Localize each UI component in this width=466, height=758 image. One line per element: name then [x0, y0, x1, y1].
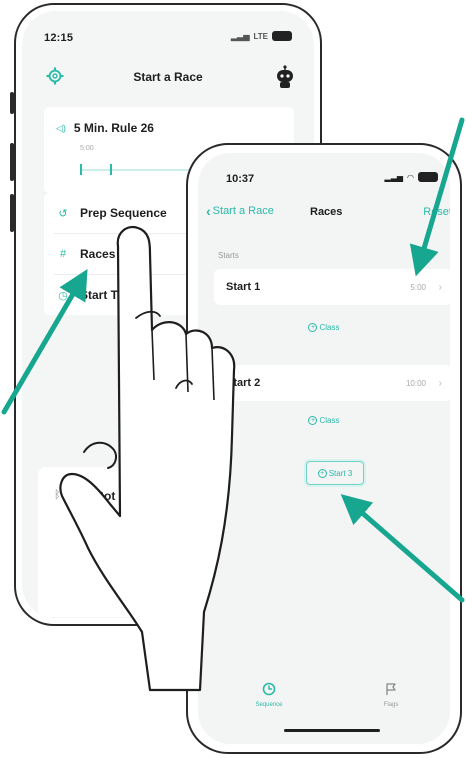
front-phone: 10:37 ▂▃▅ ◠ ‹ Start a Race Races Reset S… [186, 143, 462, 754]
section-label: Starts [218, 251, 239, 260]
signal-icon: ▂▃▅ [231, 31, 250, 41]
phone-side-button [10, 194, 14, 232]
tab-sequence[interactable]: Sequence [244, 682, 294, 708]
tab-label: Sequence [102, 567, 130, 573]
add-class-label: Class [319, 323, 340, 332]
menu-row-label: Start Ti [80, 288, 122, 302]
page-title: Races [310, 206, 343, 218]
bluetooth-icon: ᛒ [54, 489, 61, 501]
tab-bar: Sequence Flags [198, 660, 450, 744]
back-button[interactable]: ‹ Start a Race [206, 203, 274, 219]
home-indicator [284, 729, 380, 732]
start-row-2[interactable]: Start 2 10:00 › [214, 365, 450, 401]
phone-side-button [10, 143, 14, 181]
status-indicators: ▂▃▅ LTE [231, 31, 292, 41]
plus-icon: + [317, 468, 327, 478]
reset-button[interactable]: Reset [423, 206, 450, 218]
page-title: Start a Race [133, 70, 203, 84]
chevron-right-icon: › [438, 377, 442, 389]
plus-icon: + [308, 323, 318, 333]
rule-time: 5:00 [80, 145, 94, 152]
back-label: Start a Race [212, 205, 274, 217]
rule-header: ◁) 5 Min. Rule 26 [56, 121, 154, 135]
flag-icon [386, 683, 396, 695]
network-label: LTE [253, 31, 268, 41]
clock-icon: ◷ [58, 289, 68, 302]
wifi-icon: ◠ [407, 172, 414, 182]
add-start-button[interactable]: + Start 3 [306, 461, 364, 485]
start-label: Start 1 [226, 281, 261, 293]
tab-label: Flags [383, 702, 399, 708]
device-name: SailBot [74, 489, 116, 503]
status-time: 10:37 [226, 173, 255, 185]
menu-row-label: Races [80, 247, 116, 261]
nav-bar: Start a Race [22, 63, 314, 93]
status-time: 12:15 [44, 32, 74, 44]
status-indicators: ▂▃▅ ◠ [385, 172, 438, 182]
status-bar: 12:15 ▂▃▅ LTE [22, 11, 314, 51]
clock-icon [109, 549, 123, 563]
battery-icon [272, 31, 292, 41]
front-phone-screen: 10:37 ▂▃▅ ◠ ‹ Start a Race Races Reset S… [198, 153, 450, 744]
nav-bar: ‹ Start a Race Races Reset [198, 203, 450, 227]
timeline-tick [110, 164, 112, 175]
hash-icon: # [59, 248, 67, 260]
chevron-left-icon: ‹ [206, 203, 211, 219]
add-class-label: Class [319, 416, 340, 425]
start-time: 10:00 [405, 378, 426, 388]
start-row-1[interactable]: Start 1 5:00 › [214, 269, 450, 305]
menu-row-label: Prep Sequence [80, 206, 167, 220]
add-class-button[interactable]: + Class [198, 323, 450, 333]
clock-icon [262, 682, 276, 696]
tab-sequence[interactable]: Sequence [96, 549, 136, 573]
timeline-tick [80, 164, 82, 175]
horn-icon: ◁) [56, 122, 66, 133]
tab-flags[interactable]: Flags [366, 682, 416, 708]
phone-side-button [10, 92, 14, 114]
rule-title: 5 Min. Rule 26 [73, 121, 154, 135]
signal-icon: ▂▃▅ [384, 172, 404, 182]
add-start-label: Start 3 [328, 468, 353, 478]
tab-label: Sequence [255, 702, 283, 708]
robot-icon[interactable] [274, 65, 296, 89]
device-status: Not Conne [74, 513, 113, 522]
battery-icon [418, 172, 438, 182]
prep-icon: ↺ [58, 207, 68, 220]
add-class-button[interactable]: + Class [198, 416, 450, 426]
plus-icon: + [308, 416, 318, 426]
status-bar: 10:37 ▂▃▅ ◠ [198, 153, 450, 193]
chevron-right-icon: › [438, 281, 442, 293]
start-label: Start 2 [226, 377, 261, 389]
start-time: 5:00 [410, 282, 426, 292]
